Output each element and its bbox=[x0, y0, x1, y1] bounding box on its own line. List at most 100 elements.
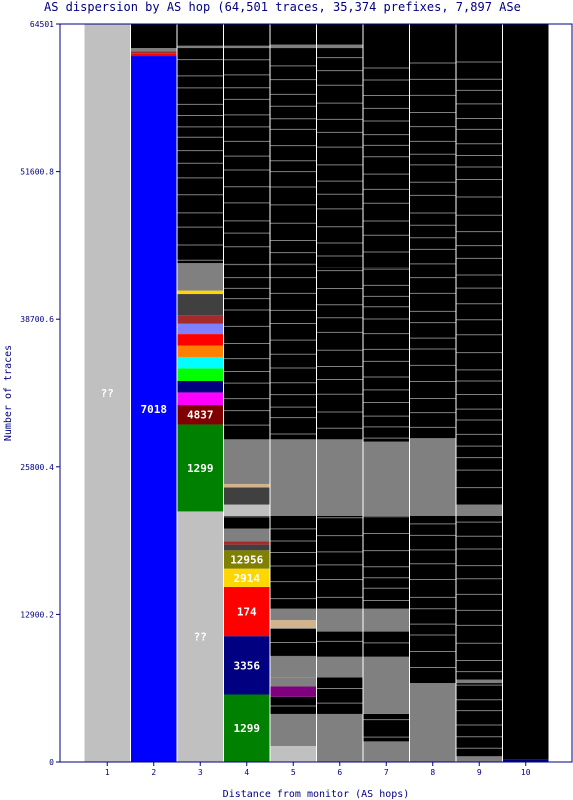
bar-segment-hop-4-11 bbox=[223, 483, 270, 488]
as-label-hop-3-1: 1299 bbox=[187, 462, 214, 475]
bar-segment-hop-2-1 bbox=[130, 53, 177, 57]
bar-segment-hop-6-6 bbox=[316, 439, 363, 517]
bar-segment-hop-5-9 bbox=[270, 516, 317, 609]
bar-segment-hop-6-10 bbox=[316, 24, 363, 45]
bar-segment-hop-5-1 bbox=[270, 713, 317, 746]
bar-segment-hop-5-3 bbox=[270, 686, 317, 697]
bar-segment-hop-9-5 bbox=[456, 24, 503, 505]
bar-segment-hop-8-0 bbox=[409, 683, 456, 762]
bar-segment-hop-3-13 bbox=[177, 263, 224, 291]
bar-segment-hop-8-1 bbox=[409, 516, 456, 684]
bar-segment-hop-4-10 bbox=[223, 487, 270, 505]
bar-segment-hop-6-5 bbox=[316, 516, 363, 609]
x-tick-label: 10 bbox=[521, 768, 531, 777]
bar-segment-hop-4-15 bbox=[223, 45, 270, 49]
bar-segment-hop-6-2 bbox=[316, 656, 363, 678]
y-tick-label: 64501 bbox=[30, 20, 54, 29]
y-axis: 0 12900.2 25800.4 38700.6 51600.8 64501 bbox=[20, 20, 60, 767]
bar-segment-hop-4-9 bbox=[223, 504, 270, 517]
bar-segment-hop-7-3 bbox=[363, 631, 410, 657]
y-tick-label: 12900.2 bbox=[20, 610, 54, 619]
bar-segment-hop-5-8 bbox=[270, 608, 317, 621]
bar-segment-hop-3-15 bbox=[177, 45, 224, 49]
x-tick-label: 6 bbox=[337, 768, 342, 777]
bar-segment-hop-3-8 bbox=[177, 334, 224, 346]
x-tick-label: 3 bbox=[198, 768, 203, 777]
bar-segment-hop-7-5 bbox=[363, 516, 410, 609]
bar-segment-hop-8-2 bbox=[409, 438, 456, 517]
y-tick-label: 38700.6 bbox=[20, 315, 54, 324]
bar-segment-hop-3-6 bbox=[177, 356, 224, 369]
bar-segment-hop-3-7 bbox=[177, 345, 224, 357]
bar-segment-hop-5-12 bbox=[270, 48, 317, 266]
x-tick-label: 5 bbox=[291, 768, 296, 777]
bar-segment-hop-5-14 bbox=[270, 24, 317, 45]
bar-segment-hop-3-14 bbox=[177, 48, 224, 264]
bar-segment-hop-4-6 bbox=[223, 541, 270, 545]
bar-segment-hop-9-2 bbox=[456, 679, 503, 684]
y-tick-label: 51600.8 bbox=[20, 168, 54, 177]
as-label-hop-1-0: ?? bbox=[101, 387, 114, 400]
bar-segment-hop-7-0 bbox=[363, 741, 410, 762]
bar-segment-hop-3-16 bbox=[177, 24, 224, 46]
bar-segment-hop-2-2 bbox=[130, 51, 177, 54]
bar-segment-hop-3-11 bbox=[177, 294, 224, 316]
x-tick-label: 4 bbox=[244, 768, 249, 777]
bar-segment-hop-5-11 bbox=[270, 265, 317, 440]
y-axis-label: Number of traces bbox=[3, 345, 14, 441]
as-label-hop-3-2: 4837 bbox=[187, 409, 214, 422]
y-tick-label: 25800.4 bbox=[20, 463, 54, 472]
bar-segment-hop-9-0 bbox=[456, 756, 503, 762]
bar-segment-hop-6-3 bbox=[316, 631, 363, 657]
bar-segment-hop-3-4 bbox=[177, 380, 224, 393]
chart-title: AS dispersion by AS hop (64,501 traces, … bbox=[44, 0, 521, 14]
as-label-hop-2-0: 7018 bbox=[141, 403, 168, 416]
bar-segment-hop-3-10 bbox=[177, 315, 224, 324]
bar-segment-hop-5-5 bbox=[270, 656, 317, 678]
bar-segment-hop-7-7 bbox=[363, 267, 410, 442]
as-label-hop-4-0: 1299 bbox=[234, 722, 261, 735]
bar-segment-hop-5-7 bbox=[270, 620, 317, 629]
x-axis-label: Distance from monitor (AS hops) bbox=[223, 789, 410, 800]
x-tick-label: 7 bbox=[384, 768, 389, 777]
bar-segment-hop-5-2 bbox=[270, 696, 317, 714]
bar-segment-hop-5-0 bbox=[270, 745, 317, 762]
bar-segment-hop-6-9 bbox=[316, 44, 363, 49]
bar-segment-hop-2-4 bbox=[130, 24, 177, 49]
bar-segment-hop-6-7 bbox=[316, 267, 363, 440]
as-label-hop-4-2: 174 bbox=[237, 606, 257, 619]
bar-segment-hop-6-8 bbox=[316, 48, 363, 268]
bar-segment-hop-7-6 bbox=[363, 441, 410, 517]
bar-segment-hop-8-3 bbox=[409, 24, 456, 439]
as-label-hop-4-1: 3356 bbox=[234, 659, 261, 672]
bar-segment-hop-6-1 bbox=[316, 677, 363, 714]
bar-segment-hop-3-12 bbox=[177, 290, 224, 295]
bar-segment-hop-5-4 bbox=[270, 677, 317, 687]
bar-segment-hop-3-3 bbox=[177, 392, 224, 406]
bar-segment-hop-5-10 bbox=[270, 439, 317, 517]
bar-segment-hop-3-5 bbox=[177, 368, 224, 381]
bar-segment-hop-5-13 bbox=[270, 44, 317, 49]
bar-segment-hop-7-2 bbox=[363, 656, 410, 714]
as-dispersion-chart: AS dispersion by AS hop (64,501 traces, … bbox=[3, 0, 573, 800]
bar-segment-hop-6-0 bbox=[316, 713, 363, 762]
bar-segment-hop-4-8 bbox=[223, 516, 270, 529]
x-axis: 1 2 3 4 5 6 7 8 9 10 bbox=[105, 762, 531, 777]
bar-segment-hop-10-1 bbox=[502, 24, 549, 760]
bar-segment-hop-4-12 bbox=[223, 439, 270, 484]
as-label-hop-4-4: 12956 bbox=[230, 553, 263, 566]
bar-segment-hop-6-4 bbox=[316, 608, 363, 632]
bar-segment-hop-9-1 bbox=[456, 683, 503, 757]
bar-segment-hop-4-7 bbox=[223, 528, 270, 542]
x-tick-label: 9 bbox=[477, 768, 482, 777]
as-label-hop-3-0: ?? bbox=[194, 631, 207, 644]
y-tick-label: 0 bbox=[49, 758, 54, 767]
x-tick-label: 8 bbox=[430, 768, 435, 777]
as-label-hop-4-3: 2914 bbox=[234, 572, 261, 585]
bar-segment-hop-4-5 bbox=[223, 544, 270, 551]
bar-segment-hop-7-4 bbox=[363, 608, 410, 632]
bar-segment-hop-9-4 bbox=[456, 504, 503, 517]
bar-segment-hop-4-13 bbox=[223, 265, 270, 440]
bar-segment-hop-2-3 bbox=[130, 48, 177, 52]
bar-segment-hop-9-3 bbox=[456, 516, 503, 680]
